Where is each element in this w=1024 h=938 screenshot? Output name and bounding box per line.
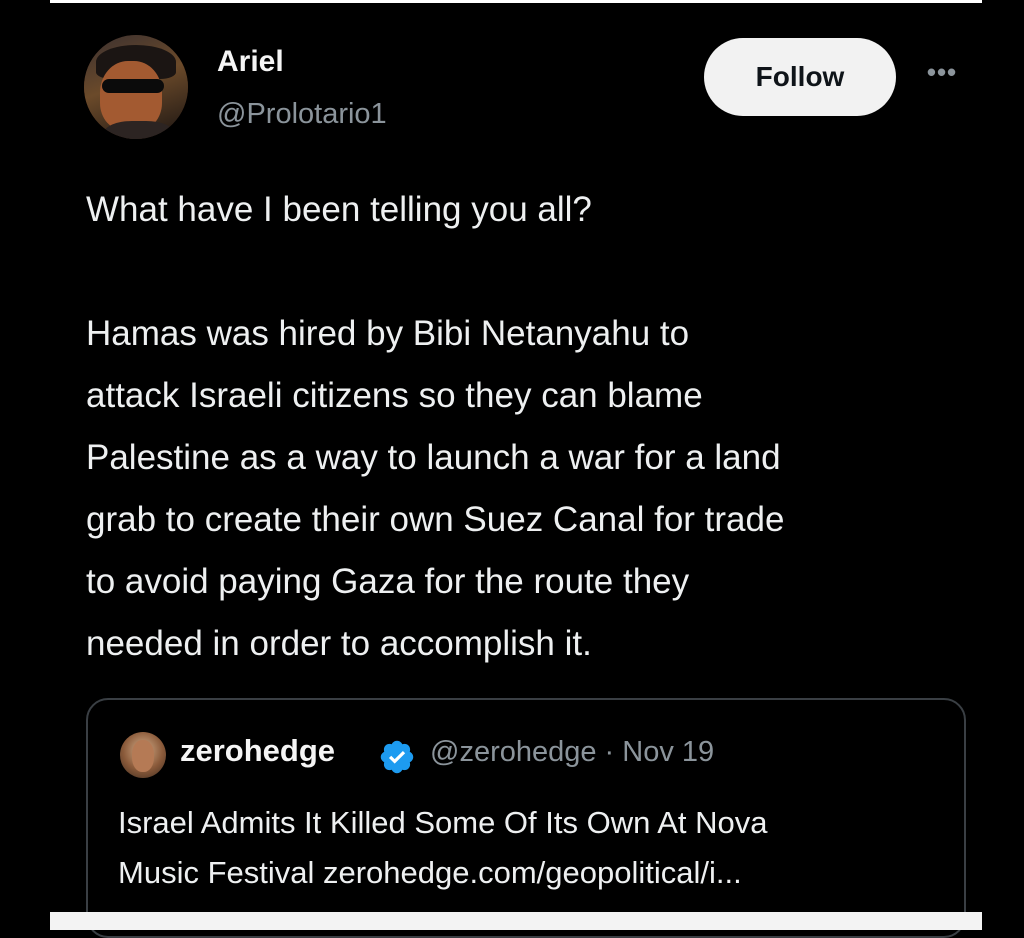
tweet-card[interactable]: Ariel @Prolotario1 Follow ••• What have …	[50, 3, 982, 938]
quoted-avatar-figure	[132, 740, 154, 772]
avatar-shirt	[104, 121, 174, 139]
bottom-border	[50, 912, 982, 930]
quoted-tweet-text: Israel Admits It Killed Some Of Its Own …	[118, 798, 948, 898]
quoted-text-line: Israel Admits It Killed Some Of Its Own …	[118, 805, 768, 840]
more-options-icon[interactable]: •••	[920, 57, 964, 87]
quoted-author-avatar[interactable]	[120, 732, 166, 778]
verified-badge-icon	[380, 740, 414, 774]
tweet-text-line: attack Israeli citizens so they can blam…	[86, 376, 703, 415]
tweet-text-line: to avoid paying Gaza for the route they	[86, 562, 690, 601]
author-avatar[interactable]	[84, 35, 188, 139]
tweet-text-line: needed in order to accomplish it.	[86, 624, 592, 663]
screenshot-frame: Ariel @Prolotario1 Follow ••• What have …	[0, 0, 1024, 938]
tweet-text-line: What have I been telling you all?	[86, 190, 592, 229]
quoted-handle-and-date[interactable]: @zerohedge · Nov 19	[430, 736, 714, 769]
author-display-name[interactable]: Ariel	[217, 45, 284, 79]
follow-button[interactable]: Follow	[704, 38, 896, 116]
quoted-tweet-card[interactable]: zerohedge @zerohedge · Nov 19 Israel Adm…	[86, 698, 966, 938]
tweet-text-line: Hamas was hired by Bibi Netanyahu to	[86, 314, 690, 353]
quoted-text-line[interactable]: Music Festival zerohedge.com/geopolitica…	[118, 848, 948, 898]
tweet-text-line: Palestine as a way to launch a war for a…	[86, 438, 781, 477]
author-handle[interactable]: @Prolotario1	[217, 98, 387, 131]
avatar-sunglasses	[102, 79, 164, 93]
tweet-text: What have I been telling you all? Hamas …	[86, 179, 976, 675]
tweet-text-line: grab to create their own Suez Canal for …	[86, 500, 785, 539]
quoted-author-name[interactable]: zerohedge	[180, 733, 335, 769]
